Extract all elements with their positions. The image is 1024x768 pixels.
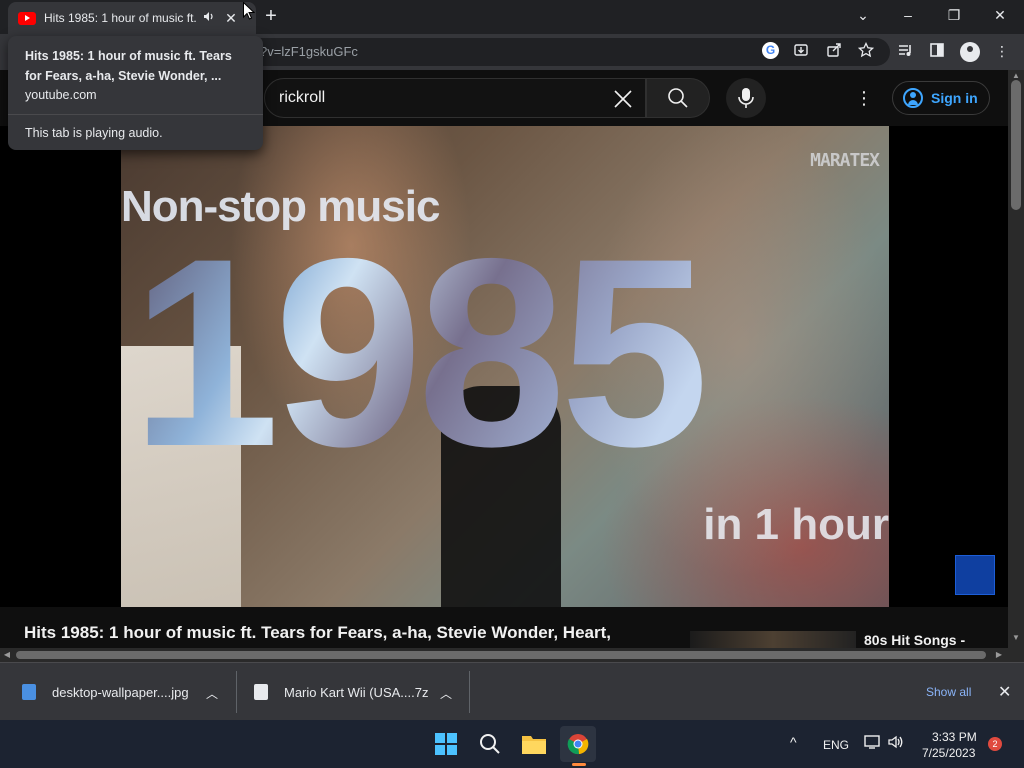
tab-title: Hits 1985: 1 hour of music ft. Tears for…	[44, 11, 196, 25]
chrome-icon	[567, 734, 589, 755]
network-icon[interactable]	[864, 734, 880, 753]
archive-file-icon	[254, 684, 268, 700]
taskbar-search-button[interactable]	[472, 726, 508, 762]
video-overlay-year: 1985	[131, 202, 709, 502]
windows-logo-icon[interactable]	[435, 733, 457, 755]
new-tab-button[interactable]: +	[261, 6, 281, 26]
windows-taskbar: ^ ENG 3:33 PM 7/25/2023	[0, 720, 1024, 768]
search-query: rickroll	[279, 89, 326, 106]
url-text: ?v=lzF1gskuGFc	[260, 44, 358, 59]
vertical-scrollbar[interactable]: ▲ ▼	[1008, 70, 1024, 648]
voice-search-button[interactable]	[726, 78, 766, 118]
install-app-icon[interactable]	[792, 42, 810, 60]
scroll-left-arrow-icon[interactable]: ◀	[0, 648, 14, 662]
minimize-button[interactable]: –	[886, 0, 930, 30]
scroll-down-arrow-icon[interactable]: ▼	[1008, 632, 1024, 644]
video-frame[interactable]: Non-stop music 1985 in 1 hour MARATEX	[121, 126, 889, 607]
media-controls-icon[interactable]	[896, 42, 914, 60]
video-info: Hits 1985: 1 hour of music ft. Tears for…	[0, 607, 1008, 648]
download-bar: desktop-wallpaper....jpg ︿ Mario Kart Wi…	[0, 662, 1024, 720]
chrome-menu-icon[interactable]: ⋮	[993, 42, 1011, 60]
folder-icon	[522, 736, 546, 754]
close-tab-button[interactable]: ✕	[224, 10, 238, 27]
settings-more-button[interactable]: ⋮	[852, 86, 876, 110]
side-panel-icon[interactable]	[928, 42, 946, 60]
scrollbar-corner	[1008, 648, 1024, 662]
google-lens-icon[interactable]: G	[762, 42, 779, 59]
download-item[interactable]: desktop-wallpaper....jpg	[22, 663, 189, 721]
chrome-taskbar-button[interactable]	[560, 726, 596, 762]
youtube-favicon-icon	[18, 11, 36, 25]
bookmark-star-icon[interactable]	[857, 41, 875, 60]
tab-youtube[interactable]: Hits 1985: 1 hour of music ft. Tears for…	[8, 2, 256, 34]
notification-badge[interactable]: 2	[988, 737, 1002, 751]
download-filename: desktop-wallpaper....jpg	[52, 684, 189, 700]
vertical-scroll-thumb[interactable]	[1011, 80, 1021, 210]
volume-icon[interactable]	[887, 734, 903, 753]
tab-hover-card: Hits 1985: 1 hour of music ft. Tears for…	[8, 36, 263, 150]
scroll-right-arrow-icon[interactable]: ▶	[992, 648, 1006, 662]
language-indicator[interactable]: ENG	[823, 738, 849, 752]
download-divider	[236, 671, 237, 713]
video-player[interactable]: Non-stop music 1985 in 1 hour MARATEX	[0, 126, 1008, 607]
channel-watermark: MARATEX	[810, 150, 880, 171]
active-app-indicator	[572, 763, 586, 766]
video-title: Hits 1985: 1 hour of music ft. Tears for…	[24, 623, 611, 642]
tab-strip: Hits 1985: 1 hour of music ft. Tears for…	[0, 0, 1024, 34]
recommendation-thumbnail[interactable]	[690, 631, 856, 648]
speaker-icon[interactable]	[202, 11, 216, 25]
hover-card-domain: youtube.com	[25, 88, 97, 102]
search-icon	[668, 88, 688, 108]
search-input[interactable]: rickroll	[264, 78, 646, 118]
chevron-up-icon[interactable]: ︿	[440, 685, 452, 702]
mouse-cursor-icon	[243, 2, 255, 20]
show-all-downloads-link[interactable]: Show all	[926, 685, 971, 699]
channel-branding-icon[interactable]	[955, 555, 995, 595]
clock-time[interactable]: 3:33 PM	[932, 730, 977, 744]
close-download-bar-button[interactable]: ✕	[998, 682, 1011, 702]
chevron-up-icon[interactable]: ︿	[206, 685, 218, 702]
hover-card-title: Hits 1985: 1 hour of music ft. Tears for…	[25, 49, 232, 83]
profile-avatar[interactable]	[960, 42, 980, 62]
clear-search-button[interactable]	[609, 85, 637, 113]
hover-card-audio-status: This tab is playing audio.	[25, 126, 163, 140]
account-icon	[903, 88, 923, 108]
download-item[interactable]: Mario Kart Wii (USA....7z	[254, 663, 428, 721]
horizontal-scroll-thumb[interactable]	[16, 651, 986, 659]
file-explorer-button[interactable]	[516, 726, 552, 762]
clock-date[interactable]: 7/25/2023	[922, 746, 975, 760]
download-divider	[469, 671, 470, 713]
download-filename: Mario Kart Wii (USA....7z	[284, 684, 429, 700]
search-button[interactable]	[646, 78, 710, 118]
close-window-button[interactable]: ✕	[978, 0, 1022, 30]
microphone-icon	[738, 88, 754, 108]
recommendation-title[interactable]: 80s Hit Songs -	[864, 632, 965, 648]
sign-in-label: Sign in	[931, 90, 978, 106]
hover-card-divider	[8, 114, 263, 115]
share-icon[interactable]	[825, 42, 843, 60]
show-hidden-icons-chevron[interactable]: ^	[790, 734, 797, 750]
sign-in-button[interactable]: Sign in	[892, 81, 990, 115]
tab-search-button[interactable]: ⌄	[841, 0, 885, 30]
search-icon	[480, 734, 500, 754]
restore-button[interactable]: ❐	[932, 0, 976, 30]
image-file-icon	[22, 684, 36, 700]
video-overlay-bottom-text: in 1 hour	[703, 500, 889, 549]
horizontal-scrollbar[interactable]: ◀ ▶	[0, 648, 1008, 662]
screen: Hits 1985: 1 hour of music ft. Tears for…	[0, 0, 1024, 768]
